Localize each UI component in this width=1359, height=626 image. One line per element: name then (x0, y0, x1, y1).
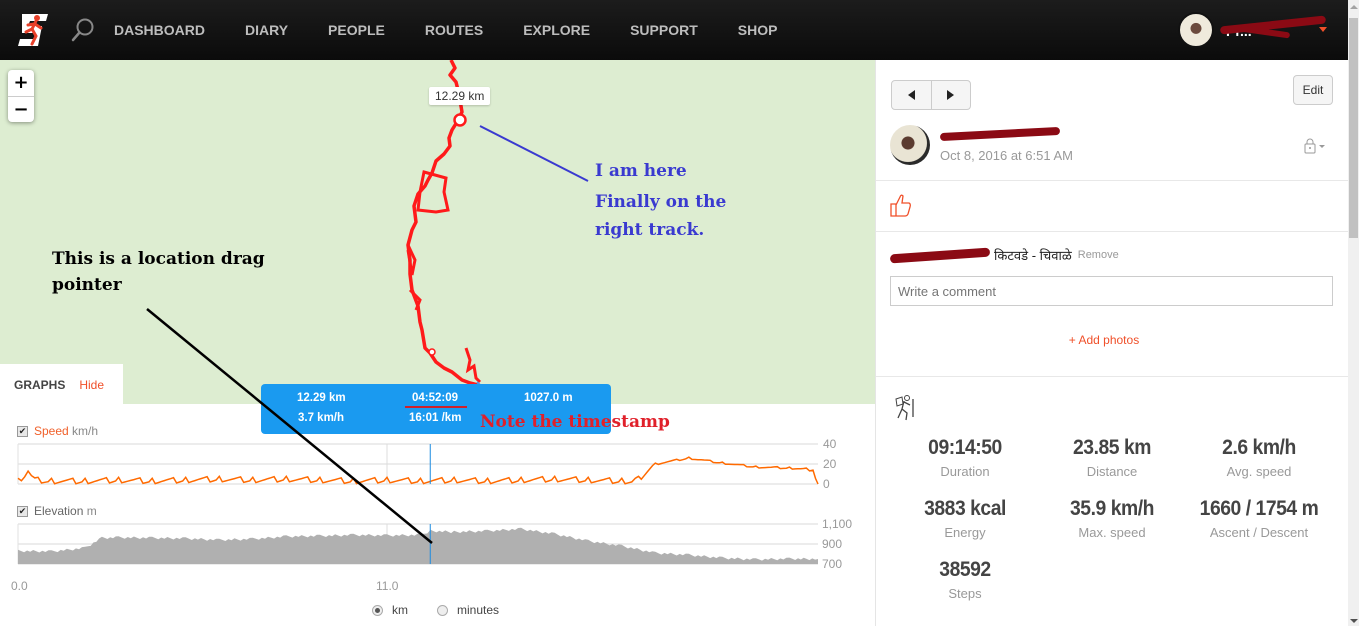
speed-ytick: 40 (823, 437, 837, 451)
x-mode-km-radio[interactable]: km (372, 603, 408, 617)
tooltip-speed: 3.7 km/h (298, 412, 345, 424)
zoom-in-button[interactable]: + (8, 70, 34, 96)
x-tick: 0.0 (11, 579, 28, 593)
route-name: किटवडे - चिवाळे (994, 248, 1072, 263)
like-thumbs-up-icon[interactable] (890, 193, 912, 217)
comment-input[interactable] (890, 276, 1333, 306)
main-nav: DASHBOARD DIARY PEOPLE ROUTES EXPLORE SU… (114, 0, 817, 60)
elevation-ytick: 700 (822, 557, 843, 571)
redaction-scribble (939, 126, 1061, 142)
arrow-left-icon (907, 90, 915, 100)
tagged-user[interactable] (889, 247, 991, 264)
search-icon[interactable] (70, 17, 96, 43)
edit-button[interactable]: Edit (1293, 75, 1333, 105)
radio-dot[interactable] (372, 604, 383, 616)
current-position-marker (453, 113, 467, 127)
route-line (406, 60, 479, 387)
stat-max-speed: 35.9 km/h Max. speed (1070, 497, 1154, 540)
nav-support[interactable]: SUPPORT (630, 22, 698, 38)
activity-pager (891, 80, 971, 110)
user-menu-caret-icon[interactable] (1319, 27, 1327, 32)
previous-activity-button[interactable] (892, 81, 931, 109)
tooltip-time: 04:52:09 (412, 392, 459, 404)
stat-avg-speed: 2.6 km/h Avg. speed (1222, 436, 1296, 479)
divider (876, 231, 1349, 232)
scroll-down-arrow-icon[interactable] (1350, 619, 1358, 623)
hiking-icon (895, 395, 914, 421)
annotation-i-am-here: I am here Finally on the right track. (595, 161, 727, 240)
privacy-lock-icon[interactable] (1304, 138, 1326, 154)
author-avatar[interactable] (890, 125, 930, 165)
radio-dot[interactable] (437, 604, 448, 616)
graphs-tab: GRAPHS Hide (0, 364, 123, 405)
annotation-drag-pointer: This is a location drag pointer (52, 249, 265, 295)
nav-explore[interactable]: EXPLORE (523, 22, 590, 38)
author-name[interactable] (939, 126, 1061, 142)
route-track (406, 60, 589, 392)
route-map[interactable]: + − 12.29 km I am here Finally on the ri… (0, 60, 875, 405)
annotation-arrow-blue (479, 125, 589, 182)
stat-steps: 38592 Steps (939, 558, 991, 601)
nav-shop[interactable]: SHOP (738, 22, 778, 38)
tooltip-distance: 12.29 km (297, 392, 346, 404)
scroll-up-arrow-icon[interactable] (1350, 5, 1358, 9)
stat-ascent-descent: 1660 / 1754 m Ascent / Descent (1199, 497, 1319, 540)
arrow-right-icon (947, 90, 955, 100)
tagged-route-line: किटवडे - चिवाळे Remove (889, 246, 1119, 264)
nav-diary[interactable]: DIARY (245, 22, 288, 38)
stat-duration: 09:14:50 Duration (928, 436, 1002, 479)
tooltip-elevation: 1027.0 m (524, 392, 573, 404)
stat-energy: 3883 kcal Energy (924, 497, 1006, 540)
zoom-out-button[interactable]: − (8, 96, 34, 122)
graphs-canvas[interactable] (0, 404, 875, 626)
sports-tracker-logo-icon[interactable] (16, 12, 50, 48)
next-activity-button[interactable] (930, 81, 971, 109)
x-mode-minutes-radio[interactable]: minutes (437, 603, 499, 617)
speed-ytick: 20 (823, 457, 837, 471)
divider (876, 180, 1349, 181)
divider (876, 376, 1349, 377)
distance-marker-label: 12.29 km (429, 87, 491, 105)
nav-dashboard[interactable]: DASHBOARD (114, 22, 205, 38)
x-tick: 11.0 (376, 579, 399, 593)
waypoint-marker (428, 348, 436, 356)
redaction-scribble (889, 247, 991, 264)
elevation-area (18, 527, 818, 564)
user-name[interactable]: Pr... (1219, 15, 1327, 39)
hide-graphs-link[interactable]: Hide (79, 378, 104, 392)
speed-ytick: 0 (823, 477, 830, 491)
add-photos-link[interactable]: + Add photos (876, 333, 1332, 347)
user-menu[interactable]: Pr... (1178, 12, 1327, 48)
top-navigation-bar: DASHBOARD DIARY PEOPLE ROUTES EXPLORE SU… (0, 0, 1359, 60)
user-avatar[interactable] (1178, 12, 1214, 48)
elevation-ytick: 900 (822, 537, 843, 551)
graphs-title: GRAPHS (14, 377, 66, 392)
annotation-note-timestamp: Note the timestamp (480, 412, 670, 432)
activity-panel: Edit Oct 8, 2016 at 6:51 AM किटवडे - चिव… (875, 60, 1349, 626)
tooltip-pace: 16:01 /km (409, 412, 462, 424)
graphs-panel: ✔ Speed km/h ✔ Elevation m 40 20 0 1,100… (0, 404, 875, 626)
route-loop (416, 170, 450, 214)
scrollbar-thumb[interactable] (1349, 18, 1358, 238)
map-zoom-control: + − (8, 70, 34, 122)
nav-routes[interactable]: ROUTES (425, 22, 483, 38)
nav-people[interactable]: PEOPLE (328, 22, 385, 38)
stat-distance: 23.85 km Distance (1073, 436, 1151, 479)
remove-tag-link[interactable]: Remove (1078, 249, 1119, 261)
elevation-ytick: 1,100 (822, 517, 853, 531)
activity-date: Oct 8, 2016 at 6:51 AM (940, 148, 1073, 163)
timestamp-underline (405, 406, 467, 408)
speed-line (17, 456, 819, 485)
